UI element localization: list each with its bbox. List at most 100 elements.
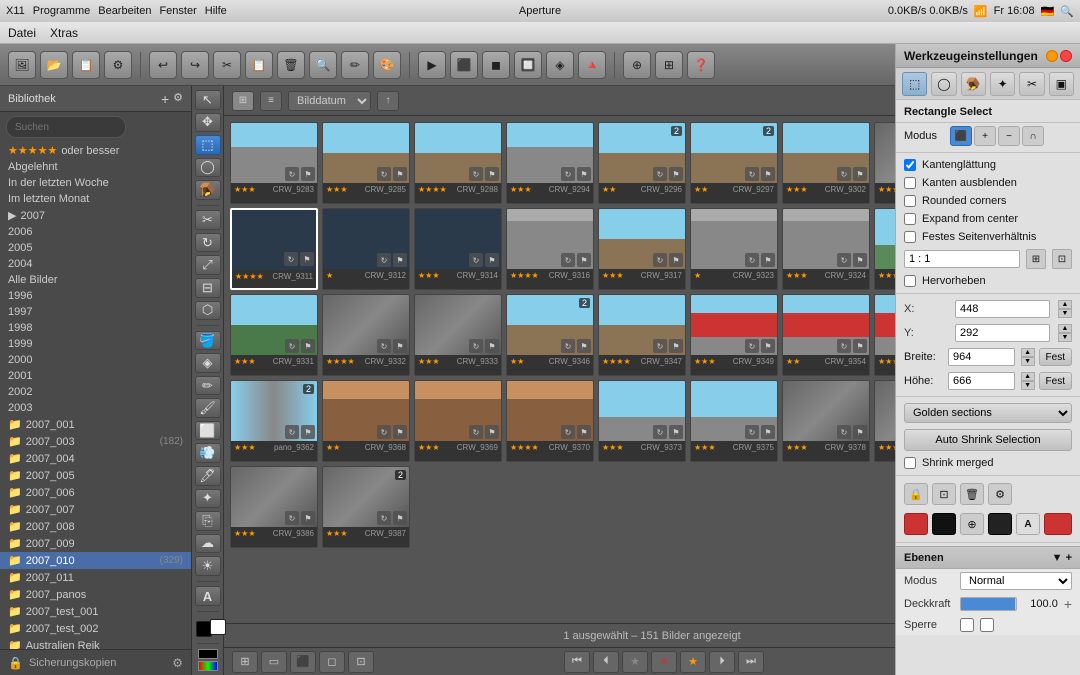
config-btn[interactable]: ⚙	[988, 483, 1012, 505]
sidebar-item-filter-stars[interactable]: ★★★★★ oder besser	[0, 142, 191, 159]
mode-btn-add[interactable]: +	[974, 126, 996, 146]
photo-flag-btn[interactable]: ⚑	[393, 339, 407, 353]
photo-item-CRW_9323[interactable]: ★ CRW_9323 ↻ ⚑	[690, 208, 778, 290]
sidebar-item-year-2005[interactable]: 2005	[0, 240, 191, 256]
tool-rect-select[interactable]: ⬚	[195, 135, 221, 155]
bottom-btn-view4[interactable]: ⊡	[348, 651, 374, 673]
color-swatch-black[interactable]	[932, 513, 956, 535]
sidebar-item-2007-test-001[interactable]: 📁 2007_test_001	[0, 603, 191, 620]
sidebar-item-2007-008[interactable]: 📁 2007_008	[0, 518, 191, 535]
golden-sections-dropdown[interactable]: Golden sections Rule of thirds Diagonal …	[904, 403, 1072, 423]
sidebar-item-year-2002[interactable]: 2002	[0, 384, 191, 400]
toolbar-btn-16[interactable]: 🔲	[514, 51, 542, 79]
hilfe-menu[interactable]: Hilfe	[205, 5, 227, 17]
photo-flag-btn[interactable]: ⚑	[577, 425, 591, 439]
photo-item-CRW_9316[interactable]: ★★★★ CRW_9316 ↻ ⚑	[506, 208, 594, 290]
breite-stepper[interactable]: ▲ ▼	[1021, 348, 1035, 366]
tool-airbrush[interactable]: 💨	[195, 443, 221, 463]
bottom-btn-star1[interactable]: ★	[622, 651, 648, 673]
tool-clone[interactable]: ⎘	[195, 511, 221, 531]
photo-item-CRW_9302[interactable]: ★★★ CRW_9302 ↻ ⚑	[782, 122, 870, 204]
photo-item-CRW_9349[interactable]: ★★★ CRW_9349 ↻ ⚑	[690, 294, 778, 376]
y-stepper-up[interactable]: ▲	[1058, 324, 1072, 333]
breite-stepper-up[interactable]: ▲	[1021, 348, 1035, 357]
tool-text[interactable]: A	[195, 586, 221, 606]
tool-lasso[interactable]: 🪤	[195, 180, 221, 200]
photo-item-CRW_9346[interactable]: ★★ CRW_9346 2 ↻ ⚑	[506, 294, 594, 376]
festes-seitenverh-checkbox[interactable]	[904, 231, 916, 243]
sidebar-item-2007-011[interactable]: 📁 2007_011	[0, 569, 191, 586]
photo-item-CRW_9324[interactable]: ★★★ CRW_9324 ↻ ⚑	[782, 208, 870, 290]
photo-flag-btn[interactable]: ⚑	[761, 167, 775, 181]
photo-item-CRW_9296[interactable]: ★★ CRW_9296 2 ↻ ⚑	[598, 122, 686, 204]
tool-heal[interactable]: ✦	[195, 489, 221, 509]
kantenglaettung-checkbox[interactable]	[904, 159, 916, 171]
photo-rotate-btn[interactable]: ↻	[285, 339, 299, 353]
photo-rotate-btn[interactable]: ↻	[653, 339, 667, 353]
photo-rotate-btn[interactable]: ↻	[469, 167, 483, 181]
photo-flag-btn[interactable]: ⚑	[301, 425, 315, 439]
auto-shrink-btn[interactable]: Auto Shrink Selection	[904, 429, 1072, 451]
photo-item-CRW_9386[interactable]: ★★★ CRW_9386 ↻ ⚑	[230, 466, 318, 548]
photo-rotate-btn[interactable]: ↻	[837, 425, 851, 439]
photo-rotate-btn[interactable]: ↻	[469, 339, 483, 353]
sort-dropdown[interactable]: Bilddatum Name Bewertung	[288, 91, 371, 111]
sidebar-item-year-2007[interactable]: ▶ 2007	[0, 207, 191, 224]
photo-rotate-btn[interactable]: ↻	[561, 167, 575, 181]
expand-center-checkbox[interactable]	[904, 213, 916, 225]
sidebar-item-2007-004[interactable]: 📁 2007_004	[0, 450, 191, 467]
bottom-btn-prev-film[interactable]: ⏮	[564, 651, 590, 673]
photo-item-CRW_9370[interactable]: ★★★★ CRW_9370 ↻ ⚑	[506, 380, 594, 462]
toolbar-btn-18[interactable]: 🔺	[578, 51, 606, 79]
sidebar-item-2007-001[interactable]: 📁 2007_001	[0, 416, 191, 433]
bottom-btn-reject[interactable]: ✕	[651, 651, 677, 673]
xtras-menu[interactable]: Xtras	[50, 26, 78, 40]
bearbeiten-menu[interactable]: Bearbeiten	[98, 5, 151, 17]
color-swatch-dark[interactable]	[988, 513, 1012, 535]
color-pattern-btn[interactable]: ⊕	[960, 513, 984, 535]
photo-rotate-btn[interactable]: ↻	[653, 253, 667, 267]
layers-menu-btn[interactable]: ▼ +	[1052, 552, 1072, 564]
photo-item-CRW_9347[interactable]: ★★★★ CRW_9347 ↻ ⚑	[598, 294, 686, 376]
photo-item-CRW_9288[interactable]: ★★★★ CRW_9288 ↻ ⚑	[414, 122, 502, 204]
tool-icon-foreground[interactable]: ▣	[1049, 72, 1074, 96]
photo-item-CRW_9317[interactable]: ★★★ CRW_9317 ↻ ⚑	[598, 208, 686, 290]
photo-flag-btn[interactable]: ⚑	[393, 425, 407, 439]
tool-brush[interactable]: 🖌	[195, 398, 221, 418]
sidebar-search-input[interactable]	[6, 116, 126, 138]
photo-rotate-btn[interactable]: ↻	[745, 253, 759, 267]
tool-ink[interactable]: 🖊	[195, 466, 221, 486]
photo-rotate-btn[interactable]: ↻	[561, 253, 575, 267]
datei-menu[interactable]: Datei	[8, 26, 36, 40]
sidebar-item-year-1999[interactable]: 1999	[0, 336, 191, 352]
photo-rotate-btn[interactable]: ↻	[377, 339, 391, 353]
shrink-merged-checkbox[interactable]	[904, 457, 916, 469]
deckkraft-add-btn[interactable]: +	[1064, 596, 1072, 612]
photo-flag-btn[interactable]: ⚑	[485, 167, 499, 181]
layer-modus-select[interactable]: Normal Multiply Screen	[960, 572, 1072, 590]
photo-flag-btn[interactable]: ⚑	[577, 167, 591, 181]
photo-rotate-btn[interactable]: ↻	[837, 167, 851, 181]
photo-item-pano_9362[interactable]: ★★★ pano_9362 2 ↻ ⚑	[230, 380, 318, 462]
photo-flag-btn[interactable]: ⚑	[485, 253, 499, 267]
tool-shear[interactable]: ⊟	[195, 278, 221, 298]
bottom-btn-next[interactable]: ⏵	[709, 651, 735, 673]
y-input[interactable]	[955, 324, 1050, 342]
x-stepper-up[interactable]: ▲	[1058, 300, 1072, 309]
photo-flag-btn[interactable]: ⚑	[853, 253, 867, 267]
sidebar-item-year-1996[interactable]: 1996	[0, 288, 191, 304]
photo-item-CRW_9331[interactable]: ★★★ CRW_9331 ↻ ⚑	[230, 294, 318, 376]
tool-pencil[interactable]: ✏	[195, 376, 221, 396]
toolbar-btn-17[interactable]: ◈	[546, 51, 574, 79]
photo-flag-btn[interactable]: ⚑	[669, 425, 683, 439]
bottom-btn-view2[interactable]: ⬛	[290, 651, 316, 673]
color-mode-grad[interactable]	[198, 661, 218, 671]
sidebar-item-australien-reik[interactable]: 📁 Australien Reik	[0, 637, 191, 649]
programme-menu[interactable]: Programme	[33, 5, 90, 17]
sidebar-item-year-1998[interactable]: 1998	[0, 320, 191, 336]
tool-rotate[interactable]: ↻	[195, 233, 221, 253]
tool-dodge[interactable]: ☀	[195, 556, 221, 576]
lock-icon-btn[interactable]: 🔒	[904, 483, 928, 505]
toolbar-btn-21[interactable]: ❓	[687, 51, 715, 79]
x-input[interactable]	[955, 300, 1050, 318]
